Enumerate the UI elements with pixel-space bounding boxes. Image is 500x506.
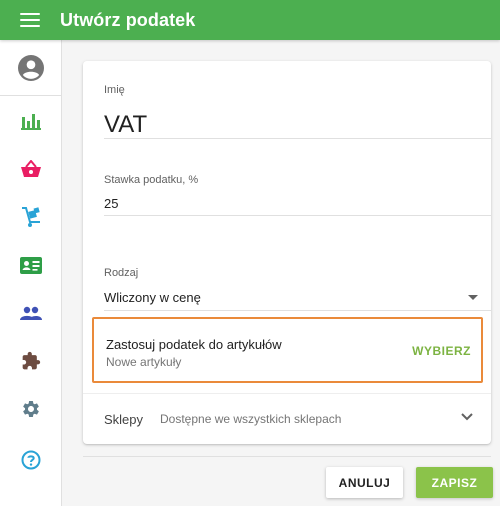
shopping-basket-icon: [21, 160, 41, 177]
rate-field[interactable]: 25: [104, 196, 118, 211]
stores-label: Sklepy: [104, 411, 144, 427]
footer-divider: [83, 456, 491, 457]
sidebar-item-reports[interactable]: [0, 97, 62, 145]
hamburger-menu-icon[interactable]: [20, 13, 40, 27]
help-circle-icon: [21, 450, 41, 470]
name-underline: [104, 138, 491, 139]
sidebar-item-account[interactable]: [0, 40, 62, 96]
type-select[interactable]: Wliczony w cenę: [104, 287, 478, 307]
account-circle-icon: [18, 54, 44, 81]
choose-items-button[interactable]: WYBIERZ: [412, 344, 471, 358]
dropdown-arrow-icon: [468, 295, 478, 300]
page-title: Utwórz podatek: [60, 9, 196, 30]
stores-row[interactable]: Sklepy Dostępne we wszystkich sklepach: [83, 393, 491, 444]
gear-icon: [23, 401, 39, 417]
app-header: Utwórz podatek: [0, 0, 500, 40]
people-icon: [20, 306, 42, 320]
rate-underline: [104, 215, 491, 216]
bar-chart-icon: [21, 114, 41, 130]
name-field[interactable]: VAT: [104, 111, 147, 139]
chevron-down-icon[interactable]: [461, 413, 473, 421]
sidebar-item-help[interactable]: [0, 436, 62, 484]
type-underline: [104, 310, 491, 311]
apply-to-items-title: Zastosuj podatek do artykułów: [106, 337, 282, 352]
sidebar-item-customers[interactable]: [0, 289, 62, 337]
apply-to-items-section[interactable]: Zastosuj podatek do artykułów Nowe artyk…: [92, 317, 483, 383]
tax-form-card: Imię VAT Stawka podatku, % 25 Rodzaj Wli…: [83, 61, 491, 444]
stores-value: Dostępne we wszystkich sklepach: [160, 412, 342, 426]
sidebar-item-sales[interactable]: [0, 145, 62, 193]
puzzle-icon: [22, 351, 41, 370]
sidebar-item-integrations[interactable]: [0, 337, 62, 385]
type-select-value: Wliczony w cenę: [104, 290, 201, 305]
type-label: Rodzaj: [104, 267, 139, 279]
apply-to-items-subtitle: Nowe artykuły: [106, 355, 182, 369]
sidebar-item-items[interactable]: [0, 193, 62, 241]
dolly-cart-icon: [22, 207, 40, 227]
badge-card-icon: [20, 256, 42, 274]
save-button[interactable]: ZAPISZ: [416, 467, 493, 498]
name-label: Imię: [104, 84, 125, 96]
cancel-button[interactable]: ANULUJ: [326, 467, 403, 498]
sidebar-nav: [0, 40, 62, 506]
sidebar-item-employees[interactable]: [0, 241, 62, 289]
sidebar-item-settings[interactable]: [0, 385, 62, 433]
rate-label: Stawka podatku, %: [104, 174, 199, 186]
